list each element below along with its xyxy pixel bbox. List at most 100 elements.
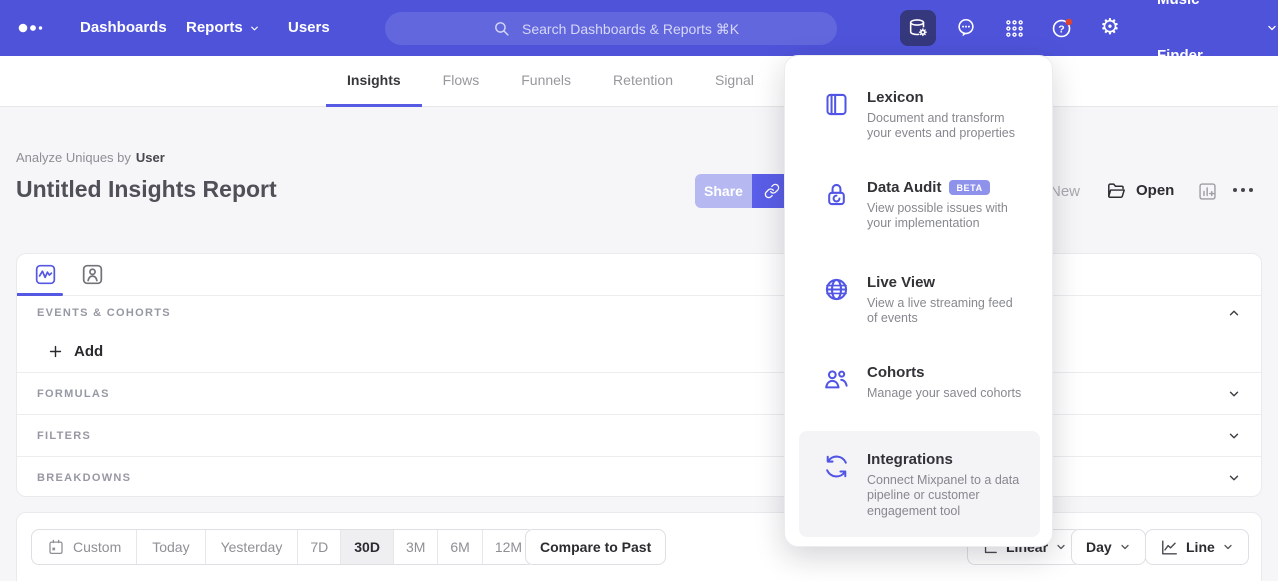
- chevron-down-icon: [1222, 541, 1234, 553]
- menu-item-cohorts[interactable]: Cohorts Manage your saved cohorts: [785, 364, 1052, 401]
- tab-funnels[interactable]: Funnels: [500, 56, 592, 107]
- integrations-sync-icon: [823, 453, 850, 480]
- menu-item-lexicon[interactable]: Lexicon Document and transform your even…: [785, 89, 1052, 142]
- compare-to-past-button[interactable]: Compare to Past: [525, 529, 666, 565]
- section-label: EVENTS & COHORTS: [37, 307, 171, 319]
- top-navigation-bar: Dashboards Reports Users: [0, 0, 1278, 56]
- nav-label: Users: [288, 0, 330, 56]
- mixpanel-logo-icon[interactable]: [18, 20, 48, 36]
- section-label: FILTERS: [37, 430, 91, 442]
- chart-type-dropdown[interactable]: Line: [1145, 529, 1249, 565]
- section-filters[interactable]: FILTERS: [17, 414, 1261, 456]
- section-label: BREAKDOWNS: [37, 472, 131, 484]
- tab-flows[interactable]: Flows: [422, 56, 501, 107]
- menu-item-data-audit[interactable]: Data Audit BETA View possible issues wit…: [785, 179, 1052, 232]
- line-chart-icon: [1160, 538, 1179, 557]
- link-icon: [764, 183, 780, 199]
- range-label: 30D: [354, 539, 380, 555]
- range-label: 3M: [406, 539, 425, 555]
- chevron-down-icon[interactable]: [1227, 429, 1241, 443]
- add-event-button[interactable]: Add: [17, 330, 1261, 372]
- range-label: 6M: [450, 539, 469, 555]
- search-input[interactable]: [385, 12, 837, 45]
- range-7d[interactable]: 7D: [297, 530, 340, 564]
- range-today[interactable]: Today: [136, 530, 204, 564]
- menu-item-description: Manage your saved cohorts: [867, 386, 1026, 401]
- person-icon: [81, 263, 104, 286]
- menu-item-description: View possible issues with your implement…: [867, 201, 1026, 232]
- question-mark-icon: ?: [1050, 16, 1075, 41]
- gear-icon: ⚙: [1100, 17, 1120, 39]
- menu-item-integrations[interactable]: Integrations Connect Mixpanel to a data …: [785, 451, 1052, 519]
- subtitle-prefix: Analyze Uniques by: [16, 150, 131, 165]
- subtitle-entity[interactable]: User: [136, 150, 165, 165]
- section-formulas[interactable]: FORMULAS: [17, 372, 1261, 414]
- range-custom[interactable]: Custom: [32, 530, 136, 564]
- chevron-down-icon[interactable]: [1227, 471, 1241, 485]
- nav-item-reports[interactable]: Reports: [186, 0, 260, 56]
- share-button-group: Share: [695, 174, 791, 208]
- add-label: Add: [74, 343, 103, 360]
- menu-item-title: Live View: [867, 274, 935, 291]
- query-mode-tabs: [17, 254, 1261, 296]
- report-title[interactable]: Untitled Insights Report: [16, 176, 277, 203]
- chevron-up-icon[interactable]: [1227, 306, 1241, 320]
- chevron-down-icon: [249, 23, 260, 34]
- menu-item-title: Data Audit: [867, 179, 941, 196]
- range-label: Yesterday: [221, 539, 283, 555]
- menu-item-live-view[interactable]: Live View View a live streaming feed of …: [785, 274, 1052, 327]
- menu-item-description: View a live streaming feed of events: [867, 296, 1026, 327]
- plus-icon: [47, 343, 64, 360]
- data-management-button[interactable]: [900, 10, 936, 46]
- speech-bubble-icon: [955, 17, 977, 39]
- report-tab-bar: Insights Flows Funnels Retention Signal …: [0, 56, 1278, 107]
- range-30d[interactable]: 30D: [340, 530, 393, 564]
- feedback-button[interactable]: [948, 10, 984, 46]
- project-switcher[interactable]: Music Finder: [1157, 0, 1278, 56]
- section-events-cohorts[interactable]: EVENTS & COHORTS: [17, 296, 1261, 330]
- chevron-down-icon: [1119, 541, 1131, 553]
- chevron-down-icon[interactable]: [1227, 387, 1241, 401]
- chart-controls-card: Custom Today Yesterday 7D 30D 3M 6M 12M …: [16, 512, 1262, 581]
- calendar-icon: [47, 538, 65, 556]
- database-gear-icon: [907, 17, 929, 39]
- grid-dots-icon: [1004, 18, 1025, 39]
- cohorts-people-icon: [823, 366, 850, 393]
- compare-label: Compare to Past: [540, 539, 651, 555]
- help-button[interactable]: ?: [1044, 10, 1080, 46]
- pulse-chart-icon: [34, 263, 57, 286]
- nav-label: Reports: [186, 0, 243, 56]
- events-mode-tab[interactable]: [34, 263, 57, 286]
- tab-insights[interactable]: Insights: [326, 56, 422, 107]
- live-view-globe-icon: [823, 276, 850, 303]
- range-6m[interactable]: 6M: [437, 530, 481, 564]
- add-to-board-button[interactable]: [1197, 181, 1218, 202]
- nav-item-users[interactable]: Users: [288, 0, 330, 56]
- profiles-mode-tab[interactable]: [81, 263, 104, 286]
- range-3m[interactable]: 3M: [393, 530, 437, 564]
- interval-label: Day: [1086, 539, 1112, 555]
- new-report-button[interactable]: New: [1050, 183, 1080, 200]
- nav-item-dashboards[interactable]: Dashboards: [80, 0, 167, 56]
- apps-grid-button[interactable]: [996, 10, 1032, 46]
- range-label: 12M: [495, 539, 522, 555]
- range-yesterday[interactable]: Yesterday: [205, 530, 298, 564]
- menu-item-title: Integrations: [867, 451, 953, 468]
- settings-button[interactable]: ⚙: [1092, 10, 1128, 46]
- tab-retention[interactable]: Retention: [592, 56, 694, 107]
- board-plus-icon: [1197, 181, 1218, 202]
- data-audit-lock-icon: [823, 181, 850, 208]
- open-report-button[interactable]: Open: [1106, 180, 1174, 201]
- share-button[interactable]: Share: [695, 174, 752, 208]
- global-search[interactable]: [385, 12, 837, 45]
- lexicon-book-icon: [823, 91, 850, 118]
- ellipsis-icon: [1231, 184, 1255, 196]
- section-breakdowns[interactable]: BREAKDOWNS: [17, 456, 1261, 498]
- range-label: Custom: [73, 539, 121, 555]
- more-options-button[interactable]: [1231, 184, 1255, 196]
- tab-signal[interactable]: Signal: [694, 56, 775, 107]
- chevron-down-icon: [1266, 22, 1278, 34]
- menu-item-description: Document and transform your events and p…: [867, 111, 1026, 142]
- interval-dropdown[interactable]: Day: [1071, 529, 1146, 565]
- date-range-control: Custom Today Yesterday 7D 30D 3M 6M 12M: [31, 529, 535, 565]
